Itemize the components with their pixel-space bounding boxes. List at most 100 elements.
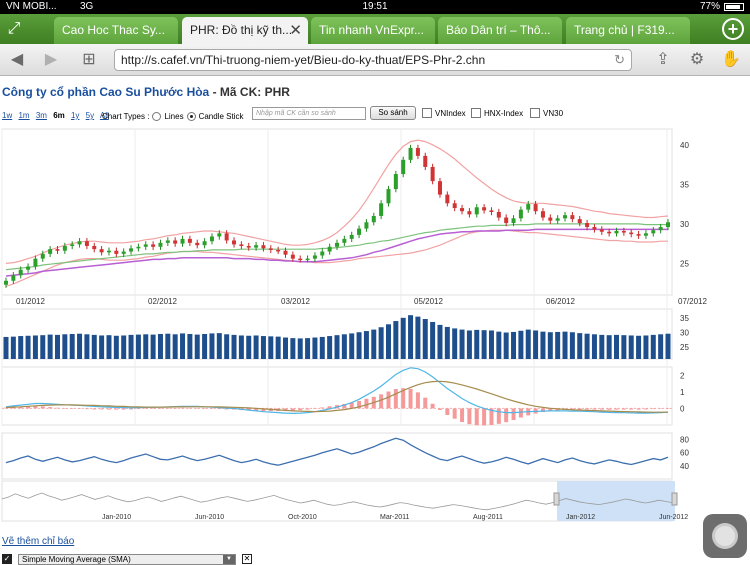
candle: [283, 250, 288, 255]
battery-percent: 77%: [699, 1, 720, 12]
candle: [180, 238, 185, 244]
assistive-touch-button[interactable]: [703, 514, 747, 558]
share-icon[interactable]: ⇪: [652, 50, 674, 70]
volume-bar: [209, 333, 215, 359]
candle: [290, 254, 295, 259]
range-6m[interactable]: 6m: [53, 111, 65, 120]
volume-bar: [591, 334, 597, 359]
candle: [342, 238, 347, 243]
forward-icon[interactable]: ▶: [40, 50, 62, 70]
address-bar[interactable]: http://s.cafef.vn/Thi-truong-niem-yet/Bi…: [114, 49, 632, 71]
compare-input[interactable]: Nhập mã CK cần so sánh: [252, 107, 366, 120]
macd-histogram-bar: [320, 407, 325, 409]
macd-histogram-bar: [84, 408, 89, 410]
volume-bar: [62, 334, 68, 359]
candle: [202, 241, 207, 246]
volume-bar: [628, 335, 634, 359]
volume-bar: [305, 338, 311, 359]
candle: [643, 233, 648, 236]
compare-button[interactable]: So sánh: [370, 106, 416, 120]
candle: [48, 249, 53, 254]
candle: [379, 203, 384, 216]
candle: [11, 275, 16, 281]
range-3m[interactable]: 3m: [36, 111, 47, 120]
candle: [614, 230, 619, 234]
volume-bar: [187, 334, 193, 359]
volume-bar: [121, 335, 127, 359]
macd-histogram-bar: [614, 408, 619, 410]
volume-bar: [584, 333, 590, 359]
candle: [99, 249, 104, 253]
candle: [246, 245, 251, 248]
range-5y[interactable]: 5y: [86, 111, 94, 120]
volume-bar: [283, 337, 289, 359]
candle: [129, 248, 134, 252]
indicator-select[interactable]: Simple Moving Average (SMA) ▼: [18, 553, 236, 565]
tab-dantri[interactable]: Báo Dân trí – Thô...: [438, 17, 562, 44]
macd-histogram-bar: [195, 408, 200, 409]
vnindex-toggle[interactable]: VNIndex: [422, 108, 466, 118]
new-tab-icon[interactable]: +: [722, 18, 744, 40]
hnx-toggle[interactable]: HNX-Index: [471, 108, 523, 118]
candle: [408, 147, 413, 160]
volume-bar: [3, 336, 9, 359]
volume-bar: [260, 336, 266, 359]
candle: [577, 219, 582, 224]
hand-icon[interactable]: ✋: [720, 50, 742, 70]
chart-types-label: Chart Types :: [102, 112, 150, 121]
range-1m[interactable]: 1m: [18, 111, 29, 120]
candle: [158, 242, 163, 247]
indicator-row: ✓ Simple Moving Average (SMA) ▼ ✕: [2, 553, 278, 565]
candle: [526, 204, 531, 210]
candle-radio[interactable]: [186, 112, 196, 121]
range-1w[interactable]: 1w: [2, 111, 12, 120]
sma-checkbox[interactable]: ✓: [2, 554, 12, 564]
macd-tick-label: 0: [680, 404, 685, 413]
battery-icon: [724, 3, 744, 11]
candle: [92, 245, 97, 250]
vn30-checkbox[interactable]: [530, 108, 540, 118]
hnx-checkbox[interactable]: [471, 108, 481, 118]
tab-cao-hoc[interactable]: Cao Hoc Thac Sy...: [54, 17, 178, 44]
settings-gear-icon[interactable]: ⚙: [686, 50, 708, 70]
range-1y[interactable]: 1y: [71, 111, 79, 120]
macd-histogram-bar: [482, 408, 487, 426]
macd-histogram-bar: [643, 408, 648, 410]
macd-histogram-bar: [518, 408, 523, 418]
tab-vnexpress[interactable]: Tin nhanh VnExpr...: [311, 17, 435, 44]
reload-icon[interactable]: ↻: [614, 50, 625, 70]
close-tab-icon[interactable]: ✕: [289, 17, 302, 44]
candle: [209, 236, 214, 242]
macd-histogram-bar: [305, 408, 310, 410]
volume-bar: [69, 334, 75, 359]
navigator-axis-label: Aug-2011: [473, 514, 503, 521]
candle: [106, 250, 111, 253]
macd-histogram-bar: [40, 406, 45, 409]
macd-histogram-bar: [217, 408, 222, 410]
candle: [430, 166, 435, 182]
macd-tick-label: 2: [680, 371, 685, 380]
volume-bar: [503, 332, 509, 359]
fullscreen-icon[interactable]: ⤢: [4, 19, 24, 39]
remove-indicator-icon[interactable]: ✕: [242, 554, 252, 564]
add-indicator-link[interactable]: Vẽ thêm chỉ báo: [2, 536, 74, 547]
bookmarks-icon[interactable]: ⊞: [78, 50, 100, 70]
volume-bar: [466, 330, 472, 359]
volume-bar: [319, 336, 325, 359]
price-tick-label: 35: [680, 180, 689, 189]
navigator-axis-label: Mar-2011: [380, 514, 410, 521]
vnindex-checkbox[interactable]: [422, 108, 432, 118]
lines-radio[interactable]: [152, 112, 162, 121]
candle: [482, 207, 487, 211]
candle: [518, 209, 523, 219]
volume-bar: [32, 335, 38, 359]
tab-phr[interactable]: PHR: Đồ thị kỹ th... ✕: [182, 17, 308, 44]
back-icon[interactable]: ◀: [6, 50, 28, 70]
tab-f319[interactable]: Trang chủ | F319...: [566, 17, 690, 44]
macd-histogram-bar: [607, 408, 612, 410]
candle: [629, 232, 634, 235]
candle: [393, 174, 398, 190]
vn30-toggle[interactable]: VN30: [530, 108, 563, 118]
macd-histogram-bar: [460, 408, 465, 423]
technical-chart[interactable]: 25 30 35 40 01/2012 02/2012 03/2012 05/2012 06/2…: [0, 127, 750, 527]
